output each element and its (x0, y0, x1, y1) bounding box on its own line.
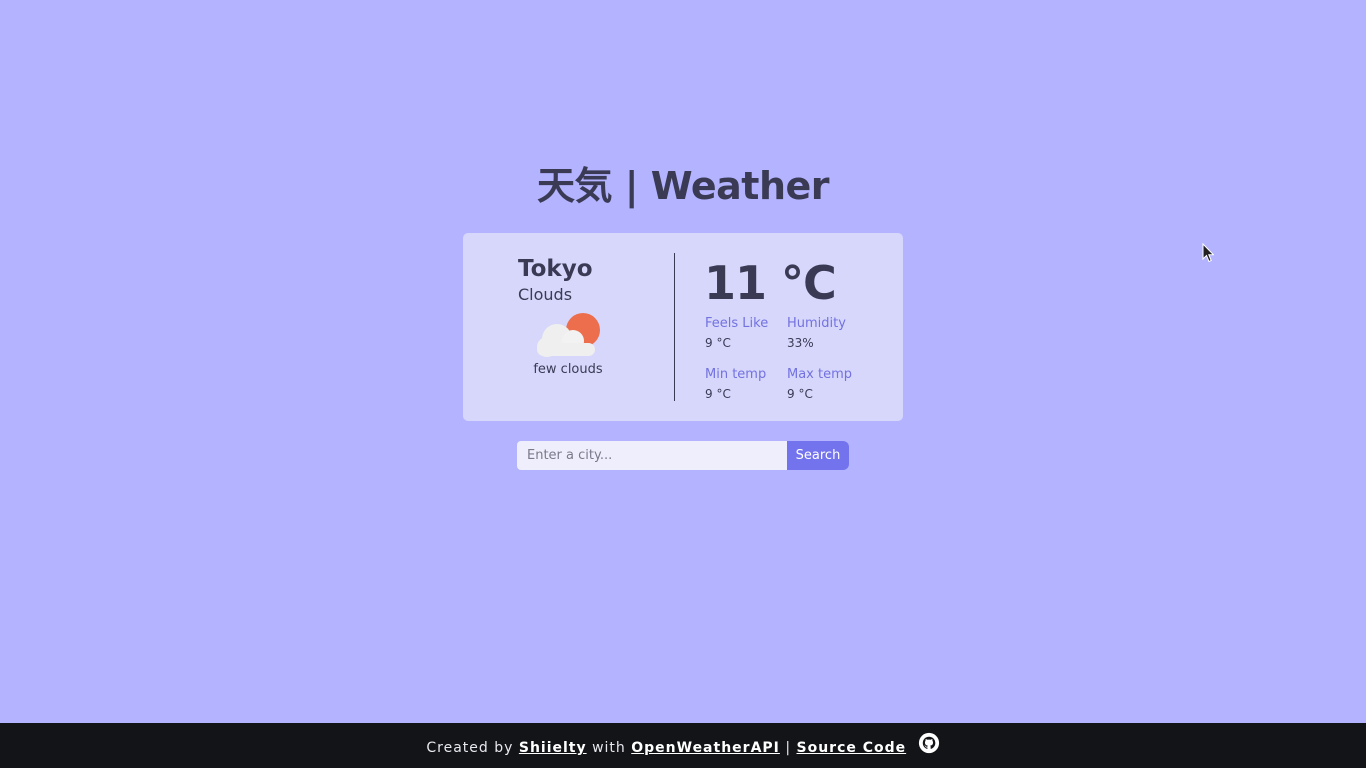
feels-like-label: Feels Like (705, 316, 769, 331)
footer-created-by: Created by (426, 740, 514, 756)
source-code-link[interactable]: Source Code (797, 740, 907, 756)
footer: Created by Shiielty with OpenWeatherAPI … (0, 723, 1366, 768)
search-input[interactable] (517, 441, 787, 470)
humidity-label: Humidity (787, 316, 846, 331)
author-link[interactable]: Shiielty (519, 740, 587, 756)
search-form: Search (517, 441, 849, 470)
weather-card: Tokyo Clouds few clouds 11 °C Feels Like… (463, 233, 903, 421)
temperature: 11 °C (704, 256, 837, 310)
max-temp-label: Max temp (787, 367, 853, 382)
footer-with: with (592, 740, 626, 756)
humidity-stat: Humidity 33% (787, 316, 877, 351)
few-clouds-icon (537, 313, 600, 357)
search-button[interactable]: Search (787, 441, 849, 470)
min-temp-stat: Min temp 9 °C (705, 367, 795, 402)
weather-description: few clouds (533, 362, 603, 377)
min-temp-label: Min temp (705, 367, 767, 382)
min-temp-value: 9 °C (705, 387, 731, 401)
github-icon[interactable] (918, 732, 940, 754)
weather-condition: Clouds (518, 285, 573, 304)
page-title: 天気 | Weather (536, 164, 830, 208)
footer-separator: | (785, 740, 792, 756)
mouse-cursor-icon (1202, 243, 1214, 263)
max-temp-value: 9 °C (787, 387, 813, 401)
city-name: Tokyo (518, 256, 593, 282)
humidity-value: 33% (787, 336, 814, 350)
card-divider (674, 253, 675, 401)
max-temp-stat: Max temp 9 °C (787, 367, 877, 402)
openweatherapi-link[interactable]: OpenWeatherAPI (631, 740, 780, 756)
feels-like-stat: Feels Like 9 °C (705, 316, 795, 351)
feels-like-value: 9 °C (705, 336, 731, 350)
